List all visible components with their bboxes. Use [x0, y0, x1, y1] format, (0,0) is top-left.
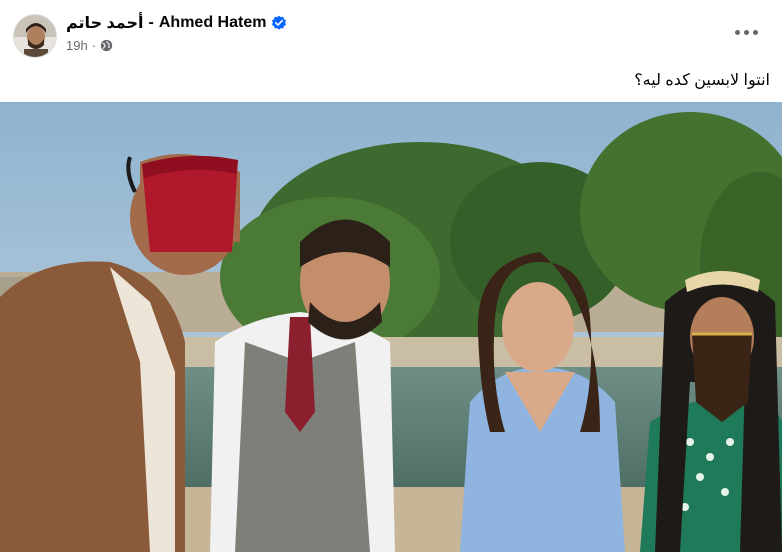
globe-icon[interactable] — [100, 39, 113, 52]
more-options-icon[interactable] — [728, 20, 764, 44]
movie-scene-image — [0, 102, 782, 552]
author-name-line[interactable]: أحمد حاتم - Ahmed Hatem — [66, 12, 287, 34]
author-avatar[interactable] — [13, 14, 57, 58]
author-name-separator: - — [148, 14, 154, 31]
post-meta: 19h · — [66, 36, 113, 54]
post-photo[interactable] — [0, 102, 782, 552]
post-timestamp[interactable]: 19h — [66, 38, 88, 53]
author-name-arabic[interactable]: أحمد حاتم — [66, 13, 144, 33]
avatar-image — [14, 15, 56, 57]
author-name-latin[interactable]: Ahmed Hatem — [159, 14, 267, 32]
post-header: أحمد حاتم - Ahmed Hatem 19h · — [0, 0, 782, 60]
post-caption: انتوا لابسين كده ليه؟ — [634, 72, 770, 89]
meta-separator: · — [91, 37, 97, 53]
verified-badge-icon — [272, 15, 287, 30]
